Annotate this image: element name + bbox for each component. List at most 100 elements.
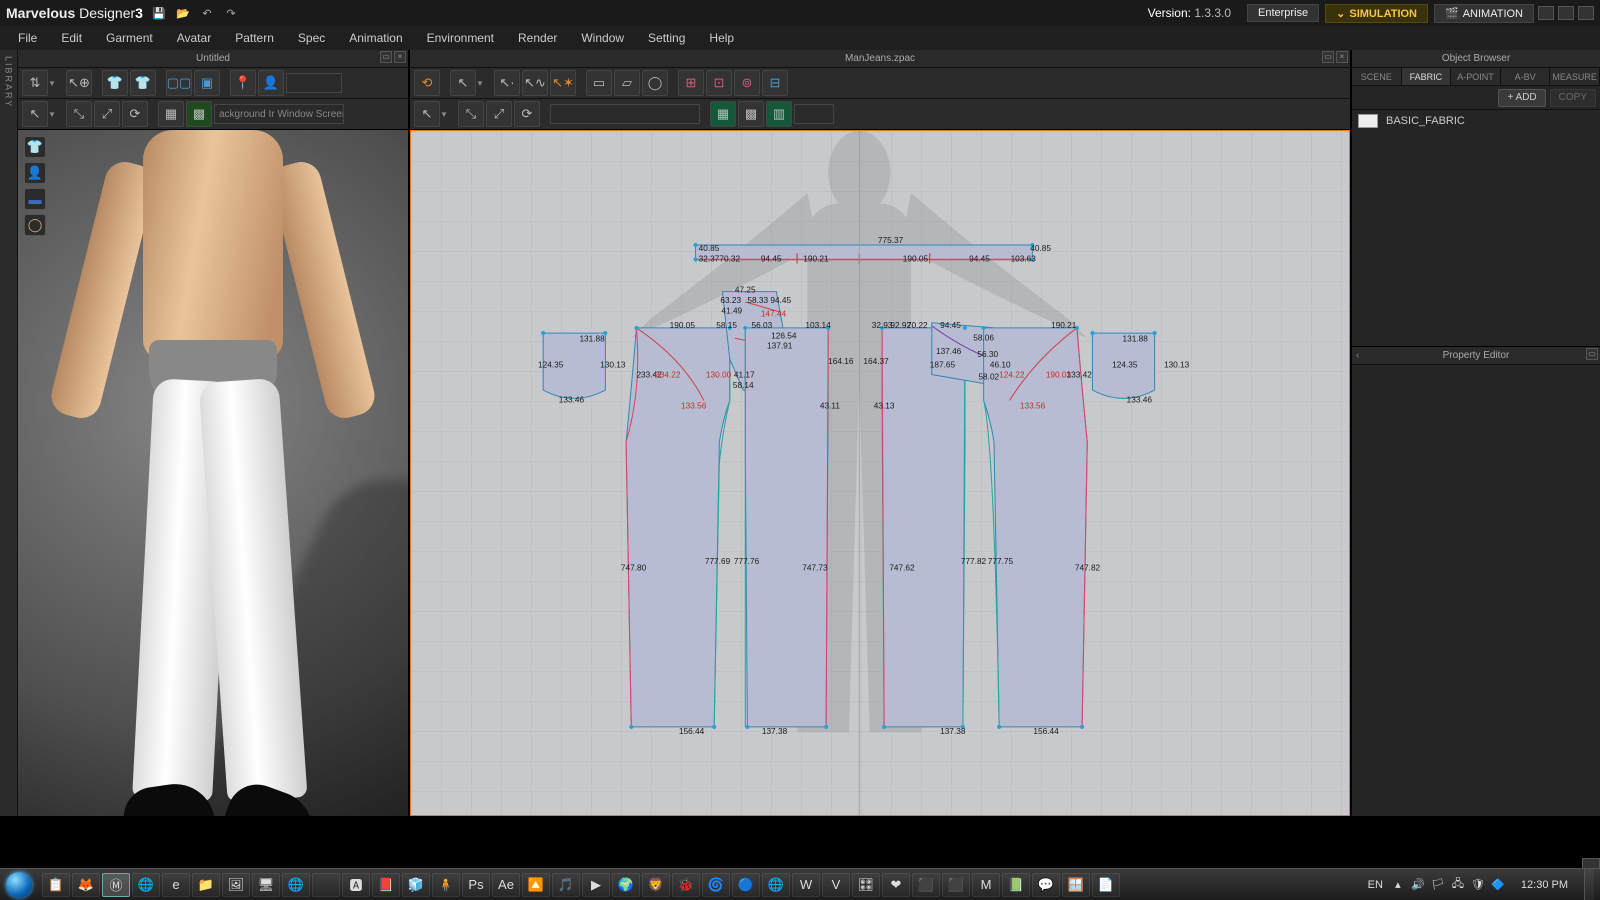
taskbar-app[interactable]: 🌐 — [762, 873, 790, 897]
tab-a-point[interactable]: A-POINT — [1451, 68, 1501, 85]
enterprise-chip[interactable]: Enterprise — [1247, 4, 1319, 22]
panel-close-icon[interactable]: × — [394, 51, 406, 63]
arrangement-bv-icon[interactable]: ▣ — [194, 70, 220, 96]
menu-window[interactable]: Window — [569, 27, 636, 49]
window-close-button[interactable] — [1578, 6, 1594, 20]
avatar-tool-icon[interactable]: 👤 — [258, 70, 284, 96]
window-maximize-button[interactable] — [1558, 6, 1574, 20]
taskbar-app[interactable]: Ae — [492, 873, 520, 897]
dart-tool-icon[interactable]: ⊟ — [762, 70, 788, 96]
taskbar-app[interactable]: 🧍 — [432, 873, 460, 897]
sync-tool-icon[interactable]: ⇅ — [22, 70, 48, 96]
taskbar-app[interactable]: 🔼 — [522, 873, 550, 897]
taskbar-app[interactable]: W — [792, 873, 820, 897]
rectangle-tool-icon[interactable]: ▭ — [586, 70, 612, 96]
show-avatar-icon[interactable]: 👕 — [130, 70, 156, 96]
quick-head-icon[interactable]: ◯ — [24, 214, 46, 236]
tray-icon[interactable]: 🔷 — [1491, 878, 1505, 892]
sewing-2d-tool-icon[interactable]: ⟳ — [514, 101, 540, 127]
taskbar-app[interactable]: 🌐 — [132, 873, 160, 897]
pattern-canvas[interactable]: 775.3740.8532.3770.3294.45190.21190.0594… — [411, 131, 1349, 815]
show-sew-icon[interactable]: ▦ — [710, 101, 736, 127]
menu-garment[interactable]: Garment — [94, 27, 165, 49]
add-point-tool-icon[interactable]: ↖✶ — [550, 70, 576, 96]
panel-options-icon[interactable]: ▭ — [1586, 348, 1598, 360]
taskbar-app[interactable]: 📋 — [42, 873, 70, 897]
window-minimize-button[interactable] — [1538, 6, 1554, 20]
transform-tool-icon[interactable]: ↖ — [450, 70, 476, 96]
quick-avatar-icon[interactable]: 👤 — [24, 162, 46, 184]
toolbar-2d-field[interactable] — [550, 104, 700, 124]
taskbar-app[interactable]: ▶ — [582, 873, 610, 897]
taskbar-app[interactable]: 🖥 — [252, 873, 280, 897]
panel-expand-icon[interactable]: ▭ — [1322, 51, 1334, 63]
taskbar-app[interactable]: 🐞 — [672, 873, 700, 897]
tab-fabric[interactable]: FABRIC — [1402, 68, 1452, 85]
collapse-icon[interactable]: ‹ — [1356, 350, 1359, 361]
save-icon[interactable]: 💾 — [151, 5, 167, 21]
taskbar-app[interactable] — [312, 873, 340, 897]
viewport-2d[interactable]: 775.3740.8532.3770.3294.45190.21190.0594… — [410, 130, 1350, 816]
undo-icon[interactable]: ↶ — [199, 5, 215, 21]
quick-texture-icon[interactable]: ▬ — [24, 188, 46, 210]
add-button[interactable]: + ADD — [1498, 89, 1545, 107]
taskbar-app[interactable]: 📗 — [1002, 873, 1030, 897]
taskbar-app[interactable]: 📁 — [192, 873, 220, 897]
taskbar-app[interactable]: M — [972, 873, 1000, 897]
taskbar-app[interactable]: 🪟 — [1062, 873, 1090, 897]
menu-spec[interactable]: Spec — [286, 27, 337, 49]
taskbar-app[interactable]: 🦁 — [642, 873, 670, 897]
sync-2d-icon[interactable]: ⟲ — [414, 70, 440, 96]
polygon-tool-icon[interactable]: ▱ — [614, 70, 640, 96]
taskbar-app[interactable]: Ⓜ — [102, 873, 130, 897]
taskbar-app[interactable]: 🌐 — [282, 873, 310, 897]
taskbar-app[interactable]: e — [162, 873, 190, 897]
segment-tool-icon[interactable]: ⤡ — [66, 101, 92, 127]
taskbar-app[interactable]: ⬛ — [912, 873, 940, 897]
menu-edit[interactable]: Edit — [49, 27, 94, 49]
show-internal-icon[interactable]: ▩ — [738, 101, 764, 127]
taskbar-app[interactable]: 🧊 — [402, 873, 430, 897]
select-move-tool-icon[interactable]: ↖⊕ — [66, 70, 92, 96]
library-tab[interactable]: LIBRARY — [0, 50, 18, 816]
menu-environment[interactable]: Environment — [415, 27, 506, 49]
panel-expand-icon[interactable]: ▭ — [380, 51, 392, 63]
menu-animation[interactable]: Animation — [337, 27, 414, 49]
edit-sewing-tool-icon[interactable]: ↖ — [414, 101, 440, 127]
edit-point-tool-icon[interactable]: ↖· — [494, 70, 520, 96]
menu-help[interactable]: Help — [697, 27, 746, 49]
pin-tool-icon[interactable]: 📍 — [230, 70, 256, 96]
menu-setting[interactable]: Setting — [636, 27, 697, 49]
start-button[interactable] — [0, 869, 38, 900]
taskbar-app[interactable]: 🎵 — [552, 873, 580, 897]
tray-icon[interactable]: 🖧 — [1451, 878, 1465, 892]
open-icon[interactable]: 📂 — [175, 5, 191, 21]
free-sew-tool-icon[interactable]: ⤢ — [94, 101, 120, 127]
panel-close-icon[interactable]: × — [1336, 51, 1348, 63]
toolbar-3d-field[interactable] — [286, 73, 342, 93]
taskbar-app[interactable]: ❤ — [882, 873, 910, 897]
texture-view-icon[interactable]: ▩ — [186, 101, 212, 127]
menu-render[interactable]: Render — [506, 27, 569, 49]
menu-file[interactable]: File — [6, 27, 49, 49]
internal-circle-tool-icon[interactable]: ⊚ — [734, 70, 760, 96]
menu-pattern[interactable]: Pattern — [223, 27, 286, 49]
tray-clock[interactable]: 12:30 PM — [1513, 879, 1576, 891]
animation-mode-button[interactable]: ANIMATION — [1434, 4, 1534, 23]
taskbar-app[interactable]: 🅰 — [342, 873, 370, 897]
internal-line-tool-icon[interactable]: ⊞ — [678, 70, 704, 96]
taskbar-app[interactable]: 📄 — [1092, 873, 1120, 897]
edit-curve-tool-icon[interactable]: ↖∿ — [522, 70, 548, 96]
copy-button[interactable]: COPY — [1550, 89, 1596, 107]
taskbar-app[interactable]: 📕 — [372, 873, 400, 897]
quick-garment-icon[interactable]: 👕 — [24, 136, 46, 158]
viewport-3d[interactable]: 👕 👤 ▬ ◯ — [18, 130, 408, 816]
taskbar-app[interactable]: Ps — [462, 873, 490, 897]
show-baseline-icon[interactable]: ▥ — [766, 101, 792, 127]
show-garment-icon[interactable]: 👕 — [102, 70, 128, 96]
ellipse-tool-icon[interactable]: ◯ — [642, 70, 668, 96]
sewing-tool-icon[interactable]: ⟳ — [122, 101, 148, 127]
taskbar-app[interactable]: 🌀 — [702, 873, 730, 897]
segment-sewing-tool-icon[interactable]: ⤡ — [458, 101, 484, 127]
taskbar-app[interactable]: 🦊 — [72, 873, 100, 897]
